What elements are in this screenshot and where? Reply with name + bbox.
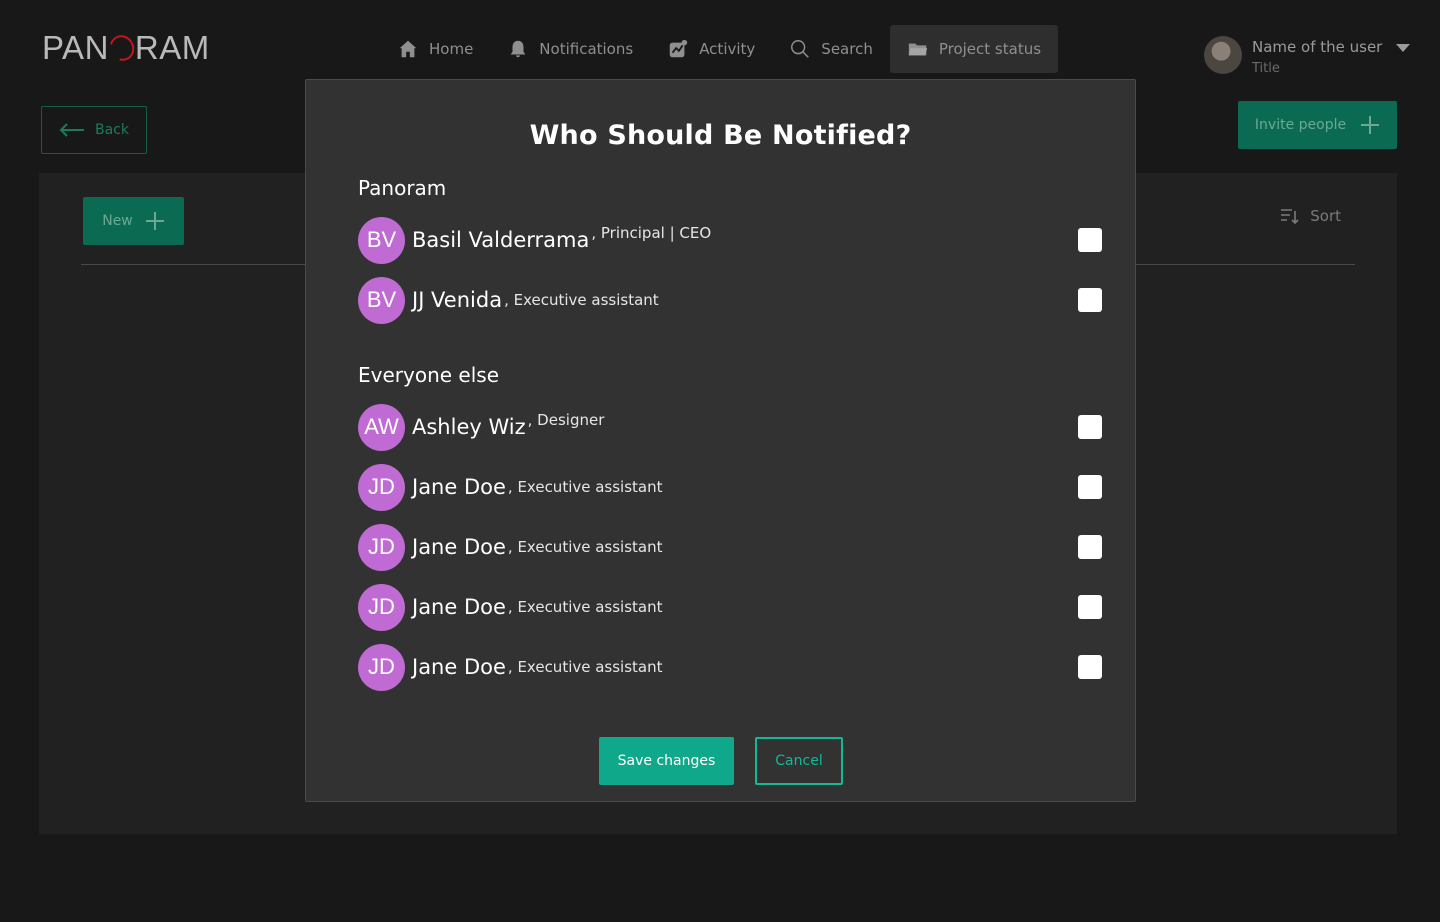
nav-label-search: Search bbox=[821, 40, 873, 58]
person-role: , Executive assistant bbox=[507, 598, 663, 616]
nav-item-notifications[interactable]: Notifications bbox=[490, 25, 650, 73]
arrow-left-icon bbox=[59, 123, 84, 137]
invite-label: Invite people bbox=[1254, 117, 1347, 133]
person-name: Jane Doe bbox=[412, 595, 506, 619]
modal-title: Who Should Be Notified? bbox=[529, 120, 912, 151]
new-button[interactable]: New bbox=[83, 197, 184, 245]
user-title: Title bbox=[1252, 61, 1280, 76]
avatar: JD bbox=[358, 523, 405, 571]
avatar: BV bbox=[358, 216, 405, 264]
chevron-down-icon[interactable] bbox=[1396, 44, 1411, 52]
person-row: JD Jane Doe , Executive assistant bbox=[358, 643, 1102, 691]
activity-icon bbox=[669, 39, 688, 58]
user-menu[interactable]: Name of the user Title bbox=[1204, 36, 1411, 80]
bell-icon bbox=[510, 40, 526, 58]
person-name: Jane Doe bbox=[412, 475, 506, 499]
person-name: Jane Doe bbox=[412, 655, 506, 679]
notify-checkbox[interactable] bbox=[1078, 595, 1102, 619]
plus-icon bbox=[145, 212, 164, 230]
sort-icon bbox=[1281, 209, 1299, 225]
person-role: , Designer bbox=[527, 411, 605, 429]
notify-checkbox[interactable] bbox=[1078, 535, 1102, 559]
person-row: AW Ashley Wiz , Designer bbox=[358, 403, 1102, 451]
search-icon bbox=[791, 40, 810, 58]
user-name: Name of the user bbox=[1252, 38, 1383, 56]
notify-checkbox[interactable] bbox=[1078, 655, 1102, 679]
sort-label: Sort bbox=[1310, 207, 1341, 225]
person-row: JD Jane Doe , Executive assistant bbox=[358, 463, 1102, 511]
section-title-everyone-else: Everyone else bbox=[358, 363, 499, 387]
person-role: , Executive assistant bbox=[507, 658, 663, 676]
person-role: , Executive assistant bbox=[507, 538, 663, 556]
person-role: , Executive assistant bbox=[504, 291, 659, 309]
logo-text-left: PAN bbox=[42, 29, 109, 66]
notify-checkbox[interactable] bbox=[1078, 475, 1102, 499]
person-row: BV Basil Valderrama , Principal | CEO bbox=[358, 216, 1102, 264]
user-avatar bbox=[1204, 36, 1242, 74]
section-title-panoram: Panoram bbox=[358, 176, 447, 200]
nav-label-activity: Activity bbox=[699, 40, 756, 58]
notify-checkbox[interactable] bbox=[1078, 415, 1102, 439]
main-nav: Home Notifications Activity Search Proje… bbox=[380, 25, 1059, 73]
notify-modal: Who Should Be Notified? Panoram BV Basil… bbox=[305, 79, 1136, 802]
nav-label-notifications: Notifications bbox=[539, 40, 634, 58]
back-button[interactable]: Back bbox=[41, 106, 147, 154]
notify-checkbox[interactable] bbox=[1078, 228, 1102, 252]
person-row: JD Jane Doe , Executive assistant bbox=[358, 523, 1102, 571]
nav-item-search[interactable]: Search bbox=[772, 25, 890, 73]
back-label: Back bbox=[95, 122, 129, 138]
avatar: JD bbox=[358, 643, 405, 691]
nav-label-home: Home bbox=[429, 40, 474, 58]
save-changes-button[interactable]: Save changes bbox=[599, 737, 734, 785]
avatar: JD bbox=[358, 583, 405, 631]
nav-item-project-status[interactable]: Project status bbox=[889, 25, 1059, 73]
person-role: , Executive assistant bbox=[507, 478, 663, 496]
user-info: Name of the user Title bbox=[1252, 36, 1382, 80]
person-name: JJ Venida bbox=[412, 288, 503, 312]
invite-people-button[interactable]: Invite people bbox=[1238, 101, 1397, 149]
avatar: BV bbox=[358, 276, 405, 324]
person-name: Jane Doe bbox=[412, 535, 506, 559]
person-role: , Principal | CEO bbox=[591, 224, 712, 242]
logo-text-right: RAM bbox=[134, 29, 210, 66]
new-label: New bbox=[102, 213, 133, 229]
folder-icon bbox=[908, 43, 928, 56]
person-row: JD Jane Doe , Executive assistant bbox=[358, 583, 1102, 631]
nav-item-activity[interactable]: Activity bbox=[650, 25, 772, 73]
notify-checkbox[interactable] bbox=[1078, 288, 1102, 312]
logo-mark-icon bbox=[105, 30, 139, 66]
panoram-logo[interactable]: PAN RAM bbox=[42, 30, 210, 66]
person-name: Ashley Wiz bbox=[412, 415, 526, 439]
plus-icon bbox=[1361, 116, 1380, 134]
cancel-button[interactable]: Cancel bbox=[755, 737, 843, 785]
nav-item-home[interactable]: Home bbox=[380, 25, 490, 73]
home-icon bbox=[399, 40, 417, 58]
avatar: JD bbox=[358, 463, 405, 511]
avatar: AW bbox=[358, 403, 405, 451]
person-row: BV JJ Venida , Executive assistant bbox=[358, 276, 1102, 324]
nav-label-project-status: Project status bbox=[938, 40, 1042, 58]
sort-button[interactable]: Sort bbox=[1280, 207, 1341, 225]
person-name: Basil Valderrama bbox=[412, 228, 590, 252]
